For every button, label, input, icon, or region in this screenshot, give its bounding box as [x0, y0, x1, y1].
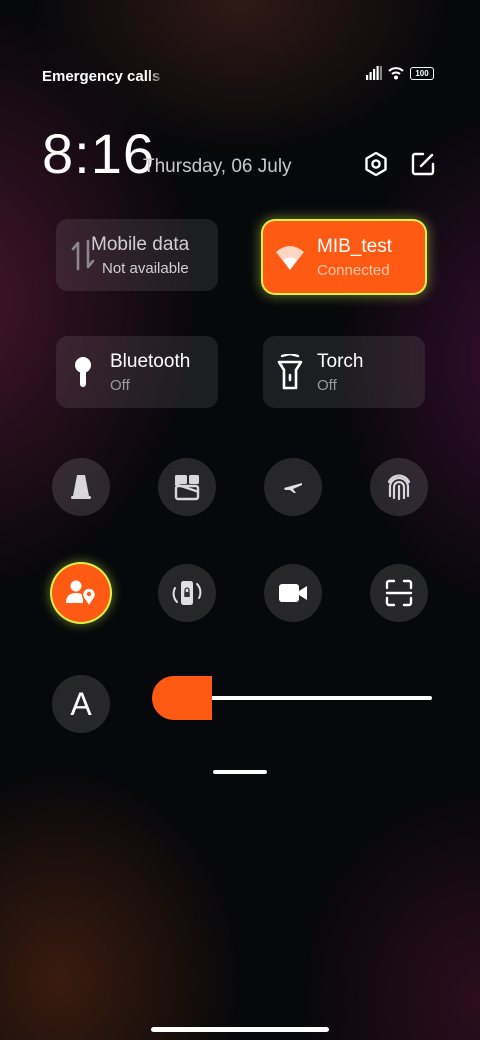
gear-icon — [365, 151, 387, 177]
home-indicator[interactable] — [151, 1027, 329, 1032]
screenshot-icon — [174, 475, 200, 501]
edit-button[interactable] — [409, 150, 437, 178]
tile-subtitle: Not available — [102, 259, 189, 277]
tile-subtitle: Off — [110, 376, 130, 394]
tile-subtitle: Connected — [317, 261, 390, 279]
fingerprint-toggle[interactable] — [370, 458, 428, 516]
airplane-icon — [284, 483, 302, 493]
wifi-icon — [388, 67, 404, 80]
signal-icon — [366, 66, 382, 80]
brightness-slider[interactable] — [205, 696, 432, 700]
tile-title: MIB_test — [317, 235, 392, 257]
location-toggle[interactable] — [52, 564, 110, 622]
settings-button[interactable] — [362, 150, 390, 178]
brightness-slider-fill[interactable] — [152, 676, 212, 720]
video-camera-icon — [279, 584, 307, 602]
torch-icon — [277, 354, 303, 390]
earbud-icon — [75, 357, 91, 387]
tile-wifi[interactable]: MIB_test Connected — [263, 221, 425, 293]
scan-toggle[interactable] — [370, 564, 428, 622]
location-icon — [66, 580, 97, 607]
fingerprint-icon — [387, 474, 411, 501]
tile-subtitle: Off — [317, 376, 337, 394]
screen-record-toggle[interactable] — [264, 564, 322, 622]
battery-icon: 100 — [410, 66, 434, 80]
wifi-icon — [276, 246, 304, 270]
ring-toggle[interactable] — [52, 458, 110, 516]
bell-icon — [71, 475, 91, 499]
clock-time: 8:16 — [42, 122, 155, 185]
tile-title: Mobile data — [91, 233, 190, 255]
status-bar: Emergency calls only 100 — [42, 66, 434, 86]
tile-mobile-data[interactable]: Mobile data Not available — [56, 219, 218, 291]
tile-title: Torch — [317, 350, 364, 372]
tile-bluetooth[interactable]: Bluetooth Off — [56, 336, 218, 408]
airplane-toggle[interactable] — [264, 458, 322, 516]
status-icons: 100 — [366, 66, 434, 80]
rotation-lock-icon — [172, 581, 202, 605]
status-text: Emergency calls only — [42, 68, 166, 85]
scan-icon — [385, 579, 413, 607]
edit-icon — [411, 152, 435, 176]
panel-handle[interactable] — [213, 770, 267, 774]
clock-date: Thursday, 06 July — [143, 156, 292, 177]
rotation-lock-toggle[interactable] — [158, 564, 216, 622]
tile-title: Bluetooth — [110, 350, 191, 372]
auto-brightness-button[interactable]: A — [52, 675, 110, 733]
screenshot-toggle[interactable] — [158, 458, 216, 516]
tile-torch[interactable]: Torch Off — [263, 336, 425, 408]
